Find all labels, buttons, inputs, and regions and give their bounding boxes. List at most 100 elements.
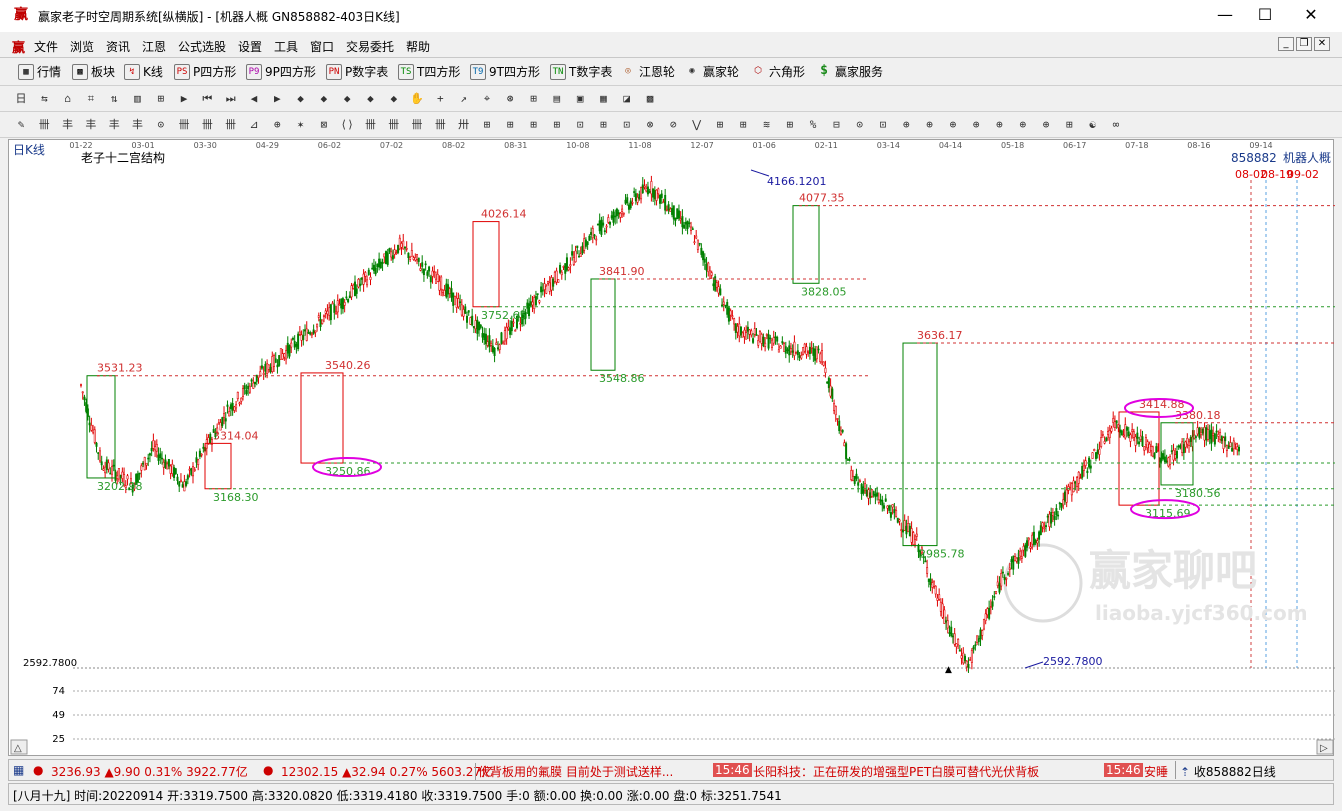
- kline-button[interactable]: ↯ K线: [124, 63, 163, 80]
- draw-tool-8-icon[interactable]: 卌: [198, 116, 216, 134]
- menu-settings[interactable]: 设置: [238, 38, 262, 55]
- nav-tool-16-icon[interactable]: ◆: [385, 90, 403, 108]
- nav-tool-4-icon[interactable]: ⇅: [105, 90, 123, 108]
- nav-tool-5-icon[interactable]: ▥: [128, 90, 146, 108]
- draw-tool-12-icon[interactable]: ✶: [292, 116, 310, 134]
- draw-tool-9-icon[interactable]: 卌: [222, 116, 240, 134]
- draw-tool-4-icon[interactable]: 丰: [105, 116, 123, 134]
- nav-tool-10-icon[interactable]: ◀: [245, 90, 263, 108]
- draw-tool-0-icon[interactable]: ✎: [12, 116, 30, 134]
- draw-tool-28-icon[interactable]: ⊘: [664, 116, 682, 134]
- draw-tool-30-icon[interactable]: ⊞: [711, 116, 729, 134]
- mdi-minimize-button[interactable]: _: [1278, 37, 1294, 51]
- nav-tool-1-icon[interactable]: ⇆: [35, 90, 53, 108]
- draw-tool-21-icon[interactable]: ⊞: [501, 116, 519, 134]
- nav-tool-27-icon[interactable]: ▩: [641, 90, 659, 108]
- nav-tool-22-icon[interactable]: ⊞: [525, 90, 543, 108]
- nav-tool-13-icon[interactable]: ◆: [315, 90, 333, 108]
- 9t-square-button[interactable]: T9 9T四方形: [470, 63, 540, 80]
- menu-window[interactable]: 窗口: [310, 38, 334, 55]
- draw-tool-23-icon[interactable]: ⊞: [548, 116, 566, 134]
- t-number-table-button[interactable]: TN T数字表: [550, 63, 612, 80]
- nav-tool-12-icon[interactable]: ◆: [292, 90, 310, 108]
- nav-tool-18-icon[interactable]: +: [431, 90, 449, 108]
- draw-tool-34-icon[interactable]: %: [804, 116, 822, 134]
- nav-tool-9-icon[interactable]: ⏭: [222, 90, 240, 108]
- winner-service-button[interactable]: $ 赢家服务: [816, 63, 883, 80]
- menu-tools[interactable]: 工具: [274, 38, 298, 55]
- draw-tool-26-icon[interactable]: ⊡: [618, 116, 636, 134]
- nav-tool-15-icon[interactable]: ◆: [361, 90, 379, 108]
- draw-tool-29-icon[interactable]: ⋁: [688, 116, 706, 134]
- draw-tool-38-icon[interactable]: ⊕: [897, 116, 915, 134]
- t-square-button[interactable]: TS T四方形: [398, 63, 460, 80]
- nav-tool-20-icon[interactable]: ⌖: [478, 90, 496, 108]
- nav-tool-11-icon[interactable]: ▶: [268, 90, 286, 108]
- draw-tool-43-icon[interactable]: ⊕: [1014, 116, 1032, 134]
- nav-tool-24-icon[interactable]: ▣: [571, 90, 589, 108]
- draw-tool-19-icon[interactable]: 卅: [455, 116, 473, 134]
- shenzhen-index-quote[interactable]: 12302.15 ▲32.94 0.27% 5603.27亿: [281, 763, 493, 780]
- draw-tool-7-icon[interactable]: 卌: [175, 116, 193, 134]
- kline-chart-panel[interactable]: 01-22 03-01 03-30 04-29 06-02 07-02 08-02 08-31…: [8, 139, 1335, 757]
- nav-tool-14-icon[interactable]: ◆: [338, 90, 356, 108]
- draw-tool-17-icon[interactable]: 卌: [408, 116, 426, 134]
- nav-tool-23-icon[interactable]: ▤: [548, 90, 566, 108]
- draw-tool-15-icon[interactable]: 卌: [361, 116, 379, 134]
- nav-tool-2-icon[interactable]: ⌂: [59, 90, 77, 108]
- nav-tool-21-icon[interactable]: ⊛: [501, 90, 519, 108]
- draw-tool-13-icon[interactable]: ⊠: [315, 116, 333, 134]
- draw-tool-31-icon[interactable]: ⊞: [734, 116, 752, 134]
- draw-tool-44-icon[interactable]: ⊕: [1037, 116, 1055, 134]
- gann-wheel-button[interactable]: ◎ 江恩轮: [620, 63, 675, 80]
- draw-tool-1-icon[interactable]: 卌: [35, 116, 53, 134]
- draw-tool-36-icon[interactable]: ⊙: [851, 116, 869, 134]
- menu-formula-select[interactable]: 公式选股: [178, 38, 226, 55]
- close-button[interactable]: ✕: [1288, 0, 1334, 30]
- draw-tool-46-icon[interactable]: ☯: [1084, 116, 1102, 134]
- menu-browse[interactable]: 浏览: [70, 38, 94, 55]
- nav-tool-0-icon[interactable]: 日: [12, 90, 30, 108]
- draw-tool-47-icon[interactable]: ∞: [1107, 116, 1125, 134]
- draw-tool-22-icon[interactable]: ⊞: [525, 116, 543, 134]
- maximize-button[interactable]: ☐: [1242, 0, 1288, 30]
- mdi-restore-button[interactable]: ❐: [1296, 37, 1312, 51]
- draw-tool-37-icon[interactable]: ⊡: [874, 116, 892, 134]
- draw-tool-6-icon[interactable]: ⊙: [152, 116, 170, 134]
- draw-tool-24-icon[interactable]: ⊡: [571, 116, 589, 134]
- menu-trade[interactable]: 交易委托: [346, 38, 394, 55]
- draw-tool-41-icon[interactable]: ⊕: [967, 116, 985, 134]
- draw-tool-16-icon[interactable]: 卌: [385, 116, 403, 134]
- nav-tool-8-icon[interactable]: ⏮: [198, 90, 216, 108]
- draw-tool-5-icon[interactable]: 丰: [128, 116, 146, 134]
- draw-tool-32-icon[interactable]: ≋: [758, 116, 776, 134]
- menu-gann[interactable]: 江恩: [142, 38, 166, 55]
- winner-wheel-button[interactable]: ◉ 赢家轮: [684, 63, 739, 80]
- 9p-square-button[interactable]: P9 9P四方形: [246, 63, 316, 80]
- quotes-button[interactable]: ▦ 行情: [18, 63, 61, 80]
- p-number-table-button[interactable]: PN P数字表: [326, 63, 388, 80]
- draw-tool-45-icon[interactable]: ⊞: [1060, 116, 1078, 134]
- hexagon-button[interactable]: ⬡ 六角形: [750, 63, 805, 80]
- shanghai-index-quote[interactable]: 3236.93 ▲9.90 0.31% 3922.77亿: [51, 763, 248, 780]
- draw-tool-40-icon[interactable]: ⊕: [944, 116, 962, 134]
- news-ticker-2[interactable]: 长阳科技：正在研发的增强型PET白膜可替代光伏背板: [753, 763, 1039, 780]
- draw-tool-27-icon[interactable]: ⊗: [641, 116, 659, 134]
- p-square-button[interactable]: PS P四方形: [174, 63, 236, 80]
- draw-tool-14-icon[interactable]: ⟨⟩: [338, 116, 356, 134]
- nav-tool-7-icon[interactable]: ▶: [175, 90, 193, 108]
- mdi-close-button[interactable]: ✕: [1314, 37, 1330, 51]
- nav-tool-17-icon[interactable]: ✋: [408, 90, 426, 108]
- draw-tool-18-icon[interactable]: 卌: [431, 116, 449, 134]
- news-ticker-3[interactable]: 安睡: [1144, 763, 1168, 780]
- nav-tool-25-icon[interactable]: ▦: [594, 90, 612, 108]
- kline-chart[interactable]: 01-22 03-01 03-30 04-29 06-02 07-02 08-02 08-31…: [9, 140, 1335, 757]
- draw-tool-35-icon[interactable]: ⊟: [827, 116, 845, 134]
- sectors-button[interactable]: ▩ 板块: [72, 63, 115, 80]
- nav-tool-19-icon[interactable]: ↗: [455, 90, 473, 108]
- quote-table-icon[interactable]: ▦: [13, 763, 24, 777]
- draw-tool-25-icon[interactable]: ⊞: [594, 116, 612, 134]
- draw-tool-10-icon[interactable]: ⊿: [245, 116, 263, 134]
- nav-tool-6-icon[interactable]: ⊞: [152, 90, 170, 108]
- draw-tool-20-icon[interactable]: ⊞: [478, 116, 496, 134]
